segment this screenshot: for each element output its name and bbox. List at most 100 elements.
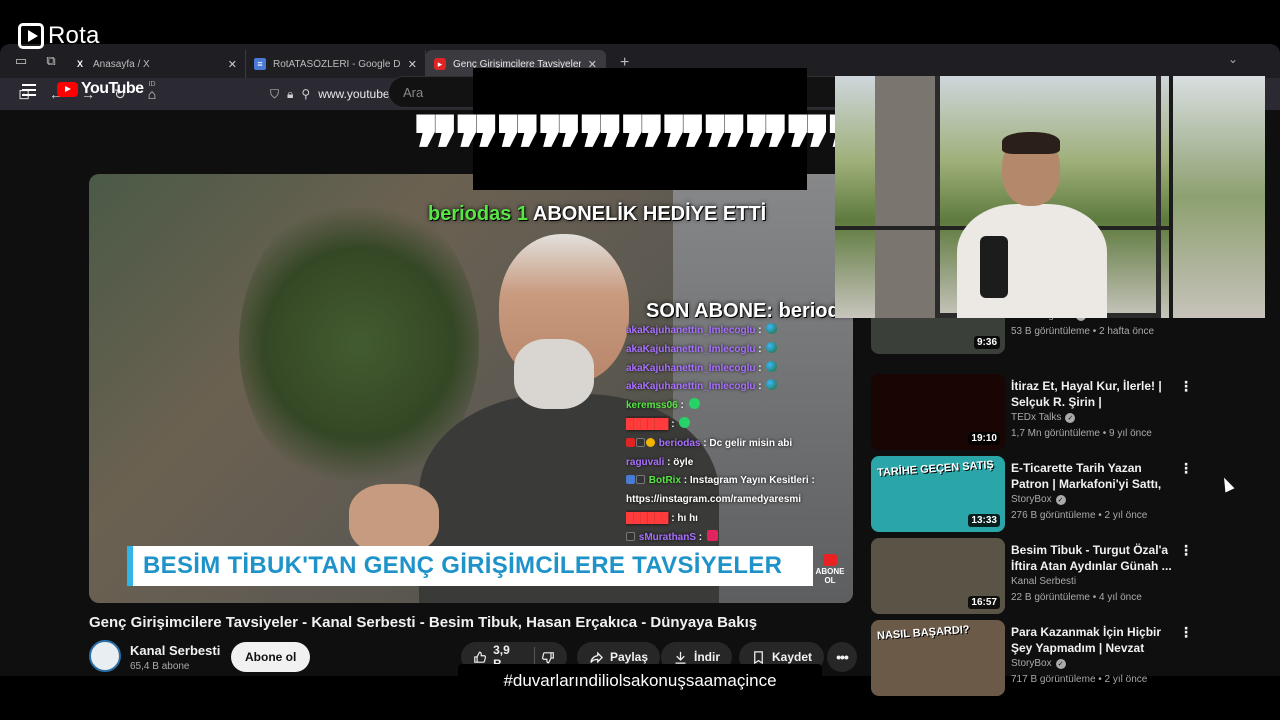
globe-emoji-icon [766, 323, 778, 334]
video-thumbnail[interactable]: 19:10 [871, 374, 1005, 450]
subscriber-count: 65,4 B abone [130, 661, 190, 672]
chat-message: BotRix : Instagram Yayın Kesitleri : [626, 472, 856, 491]
gift-message: ABONELİK HEDİYE ETTİ [532, 203, 767, 225]
wa-emoji-icon [688, 398, 700, 410]
share-icon [590, 651, 604, 663]
video-thumbnail[interactable]: TARİHE GEÇEN SATIŞ 13:33 [871, 456, 1005, 532]
recommendation-title[interactable]: İtiraz Et, Hayal Kur, İlerle! | Selçuk R… [1011, 378, 1175, 410]
more-vert-icon[interactable]: ⋮ [1179, 542, 1193, 559]
recommendation-channel[interactable]: TEDx Talks ✓ [1011, 412, 1076, 423]
recommendation-channel[interactable]: StoryBox ✓ [1011, 658, 1066, 669]
chat-username: ██████ [626, 512, 669, 524]
recommendation-meta: 1,7 Mn görüntüleme • 9 yıl önce [1011, 428, 1152, 439]
verified-icon: ✓ [1055, 658, 1066, 669]
recommendation-title[interactable]: E-Ticarette Tarih Yazan Patron | Markafo… [1011, 460, 1175, 492]
avatar[interactable] [89, 640, 121, 672]
more-actions-icon[interactable]: ••• [827, 642, 857, 672]
chat-text: https://instagram.com/ramedyaresmi [626, 494, 802, 506]
recommendation-channel[interactable]: StoryBox ✓ [1011, 494, 1066, 505]
recommendation-item[interactable]: TARİHE GEÇEN SATIŞ 13:33 E-Ticarette Tarih… [871, 456, 1201, 532]
thumbs-up-icon [474, 651, 487, 663]
thumbnail-caption: TARİHE GEÇEN SATIŞ [876, 458, 995, 480]
chat-username: beriodas [658, 437, 701, 449]
bottle-image [980, 236, 1008, 298]
chat-message: akaKajuhanettin_Imlecoglu : [626, 341, 856, 360]
chat-username: akaKajuhanettin_Imlecoglu [626, 343, 756, 355]
chat-separator: : [668, 418, 675, 430]
chat-separator: : [677, 400, 684, 412]
lower-third-banner: BESİM TİBUK'TAN GENÇ GİRİŞİMCİLERE TAVSİ… [127, 546, 813, 586]
globe-emoji-icon [766, 379, 778, 391]
hashtag-banner: #duvarlarındiliolsakonuşsaamaçince [458, 664, 822, 698]
gift-alert: beriodas 1 ABONELİK HEDİYE ETTİ [428, 203, 766, 226]
badge-icon [636, 437, 645, 447]
gift-count: 1 [516, 203, 529, 225]
recommendation-item[interactable]: 16:57 Besim Tibuk - Turgut Özal'a İftira … [871, 538, 1201, 614]
youtube-icon [823, 554, 837, 566]
stream-brand: Rota [18, 22, 100, 50]
heart-emoji-icon [706, 529, 718, 541]
recommendation-meta: 22 B görüntüleme • 4 yıl önce [1011, 592, 1142, 603]
logo-text: YouTube [81, 80, 144, 97]
chat-username: ██████ [626, 418, 669, 430]
chat-username: keremss06 [626, 400, 678, 412]
wa-emoji-icon [679, 416, 691, 428]
youtube-logo[interactable]: YouTube ID [57, 80, 156, 98]
lower-third-text: BESİM TİBUK'TAN GENÇ GİRİŞİMCİLERE TAVSİ… [143, 552, 783, 579]
thumbs-down-icon[interactable] [541, 650, 555, 665]
chat-username: akaKajuhanettin_Imlecoglu [626, 362, 756, 374]
chat-overlay: akaKajuhanettin_Imlecoglu : akaKajuhanet… [626, 322, 856, 548]
chevron-down-icon[interactable]: ⌄ [1228, 52, 1238, 66]
brand-name: Rota [48, 22, 100, 49]
chat-message: ██████ : [626, 416, 856, 435]
channel-name: Kanal Serbesti [1011, 576, 1077, 587]
video-thumbnail[interactable]: NASIL BAŞARDI? [871, 620, 1005, 696]
recommendation-meta: 53 B görüntüleme • 2 hafta önce [1011, 326, 1155, 337]
channel-name: StoryBox [1011, 494, 1052, 505]
badge-icon [626, 437, 635, 447]
chat-message: sMurathanS : [626, 529, 856, 548]
recommendation-meta: 276 B görüntüleme • 2 yıl önce [1011, 510, 1148, 521]
chat-message: https://instagram.com/ramedyaresmi [626, 491, 856, 510]
chat-username: akaKajuhanettin_Imlecoglu [626, 381, 756, 393]
chat-username: BotRix [648, 475, 682, 487]
recommendation-item[interactable]: NASIL BAŞARDI? Para Kazanmak İçin Hiçbir … [871, 620, 1201, 696]
channel-name: StoryBox [1011, 658, 1052, 669]
video-title: Genç Girişimcilere Tavsiyeler - Kanal Se… [89, 614, 758, 631]
recommendation-title[interactable]: Para Kazanmak İçin Hiçbir Şey Yapmadım |… [1011, 624, 1175, 656]
chat-text: öyle [670, 456, 694, 468]
badge-icon [646, 437, 655, 447]
share-label: Paylaş [610, 650, 649, 664]
more-vert-icon[interactable]: ⋮ [1179, 460, 1193, 477]
quote-overlay: ❞❞❞❞❞❞❞❞❞❞❞ [413, 68, 873, 193]
webcam-overlay [835, 76, 1265, 318]
video-thumbnail[interactable]: 16:57 [871, 538, 1005, 614]
thumbnail-caption: NASIL BAŞARDI? [876, 623, 970, 643]
channel-name[interactable]: Kanal Serbesti [130, 643, 220, 658]
duration-badge: 16:57 [968, 596, 1000, 609]
save-label: Kaydet [772, 650, 813, 664]
menu-icon[interactable] [22, 84, 36, 96]
subscribe-button[interactable]: Abone ol [231, 642, 311, 672]
recommendation-item[interactable]: 19:10 İtiraz Et, Hayal Kur, İlerle! | Sel… [871, 374, 1201, 450]
chat-separator: : [755, 381, 762, 393]
recommendation-meta: 717 B görüntüleme • 2 yıl önce [1011, 674, 1148, 685]
chat-separator: : [755, 343, 762, 355]
duration-badge: 13:33 [968, 514, 1000, 527]
badge-label: ABONE OL [815, 567, 845, 585]
verified-icon: ✓ [1055, 494, 1066, 505]
recommendation-title[interactable]: Besim Tibuk - Turgut Özal'a İftira Atan … [1011, 542, 1175, 574]
more-vert-icon[interactable]: ⋮ [1179, 624, 1193, 641]
recommendation-channel[interactable]: Kanal Serbesti [1011, 576, 1076, 587]
more-vert-icon[interactable]: ⋮ [1179, 378, 1193, 395]
chat-username: sMurathanS [638, 531, 697, 543]
quote-marks: ❞❞❞❞❞❞❞❞❞❞❞ [412, 97, 874, 201]
chat-message: akaKajuhanettin_Imlecoglu : [626, 378, 856, 397]
chat-message: ██████ : hı hı [626, 510, 856, 529]
chat-message: akaKajuhanettin_Imlecoglu : [626, 360, 856, 379]
download-icon [675, 651, 686, 664]
chat-message: beriodas : Dc gelir misin abi [626, 435, 856, 454]
chat-message: akaKajuhanettin_Imlecoglu : [626, 322, 856, 341]
chat-separator: : [755, 325, 762, 336]
duration-badge: 9:36 [973, 336, 1000, 349]
